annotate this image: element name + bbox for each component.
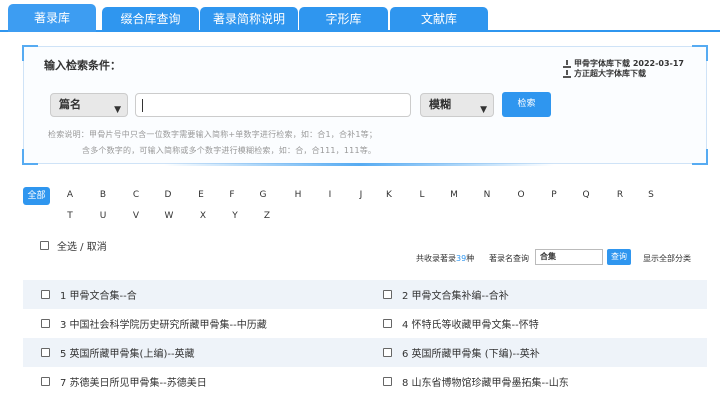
name-query-input[interactable]: 合集: [535, 249, 603, 265]
panel-corner: [22, 149, 38, 165]
letter-k[interactable]: K: [381, 190, 397, 200]
search-hint-line2: 含多个数字的，可输入简称或多个数字进行模糊检索，如：合，合111，111等。: [82, 146, 377, 155]
table-row: 5 英国所藏甲骨集(上编)--英藏 6 英国所藏甲骨集 (下编)--英补: [23, 338, 707, 367]
letter-j[interactable]: J: [353, 190, 369, 200]
letter-a[interactable]: A: [62, 190, 78, 200]
show-all-categories-link[interactable]: 显示全部分类: [643, 253, 691, 264]
search-input[interactable]: [135, 93, 411, 117]
letter-z[interactable]: Z: [259, 211, 275, 221]
letter-v[interactable]: V: [128, 211, 144, 221]
table-row: 1 甲骨文合集--合 2 甲骨文合集补编--合补: [23, 280, 707, 309]
select-all-label: 全选 / 取消: [57, 242, 107, 253]
select-all-checkbox[interactable]: [40, 241, 49, 250]
letter-d[interactable]: D: [160, 190, 176, 200]
table-row: 7 苏德美日所见甲骨集--苏德美日 8 山东省博物馆珍藏甲骨墨拓集--山东: [23, 367, 707, 396]
select-all-toggle[interactable]: 全选 / 取消: [40, 238, 107, 253]
font-download-link[interactable]: 甲骨字体库下载 2022-03-17: [563, 59, 684, 69]
download-links: 甲骨字体库下载 2022-03-17 方正超大字体库下载: [563, 59, 684, 79]
tab-join-query[interactable]: 缀合库查询: [102, 7, 199, 32]
tab-literature-library[interactable]: 文献库: [390, 7, 488, 32]
chevron-down-icon: ▼: [114, 105, 121, 115]
query-button[interactable]: 查询: [607, 249, 631, 265]
stats-prefix: 共收录著录: [416, 254, 456, 263]
letter-h[interactable]: H: [290, 190, 306, 200]
letter-r[interactable]: R: [612, 190, 628, 200]
tab-bar: 著录库 缀合库查询 著录简称说明 字形库 文献库: [0, 0, 720, 32]
item-checkbox[interactable]: [41, 348, 50, 357]
search-button[interactable]: 检索: [502, 92, 551, 117]
list-item[interactable]: 5 英国所藏甲骨集(上编)--英藏: [41, 338, 195, 367]
catalog-count: 共收录著录39种: [416, 253, 474, 264]
list-item[interactable]: 2 甲骨文合集补编--合补: [383, 280, 509, 309]
item-checkbox[interactable]: [383, 319, 392, 328]
letter-f[interactable]: F: [224, 190, 240, 200]
letter-x[interactable]: X: [195, 211, 211, 221]
search-panel: 输入检索条件： 甲骨字体库下载 2022-03-17 方正超大字体库下载 篇名 …: [22, 45, 708, 166]
list-item[interactable]: 4 怀特氏等收藏甲骨文集--怀特: [383, 309, 539, 338]
item-label: 1 甲骨文合集--合: [60, 291, 137, 302]
item-checkbox[interactable]: [383, 377, 392, 386]
list-item[interactable]: 3 中国社会科学院历史研究所藏甲骨集--中历藏: [41, 309, 267, 338]
search-hint-line1: 检索说明：甲骨片号中只含一位数字需要输入简称+单数字进行检索，如：合1，合补1等…: [48, 130, 378, 139]
search-title: 输入检索条件：: [44, 59, 121, 72]
item-label: 7 苏德美日所见甲骨集--苏德美日: [60, 378, 207, 389]
letter-u[interactable]: U: [95, 211, 111, 221]
name-query-label: 著录名查询: [489, 254, 529, 263]
tab-glyph-library[interactable]: 字形库: [299, 7, 388, 32]
letter-m[interactable]: M: [446, 190, 462, 200]
field-select[interactable]: 篇名 ▼: [50, 93, 128, 117]
text-caret: [142, 99, 143, 112]
letter-g[interactable]: G: [255, 190, 271, 200]
item-label: 3 中国社会科学院历史研究所藏甲骨集--中历藏: [60, 320, 267, 331]
item-checkbox[interactable]: [41, 319, 50, 328]
field-select-value: 篇名: [59, 98, 81, 111]
panel-decoration: [164, 163, 554, 166]
panel-corner: [692, 45, 708, 61]
item-label: 2 甲骨文合集补编--合补: [402, 291, 509, 302]
letter-c[interactable]: C: [128, 190, 144, 200]
letter-i[interactable]: I: [322, 190, 338, 200]
tab-abbreviation-notes[interactable]: 著录简称说明: [200, 7, 298, 32]
item-label: 8 山东省博物馆珍藏甲骨墨拓集--山东: [402, 378, 569, 389]
item-checkbox[interactable]: [41, 290, 50, 299]
tab-catalog-library[interactable]: 著录库: [8, 4, 96, 32]
letter-s[interactable]: S: [643, 190, 659, 200]
panel-corner: [692, 149, 708, 165]
download-icon: [563, 60, 572, 68]
item-checkbox[interactable]: [383, 348, 392, 357]
stats-suffix: 种: [466, 254, 475, 263]
letter-o[interactable]: O: [513, 190, 529, 200]
letter-t[interactable]: T: [62, 211, 78, 221]
letter-l[interactable]: L: [414, 190, 430, 200]
list-item[interactable]: 6 英国所藏甲骨集 (下编)--英补: [383, 338, 540, 367]
letter-e[interactable]: E: [193, 190, 209, 200]
download-icon: [563, 70, 572, 78]
font-download-label: 甲骨字体库下载 2022-03-17: [574, 59, 684, 68]
item-label: 4 怀特氏等收藏甲骨文集--怀特: [402, 320, 539, 331]
list-item[interactable]: 7 苏德美日所见甲骨集--苏德美日: [41, 367, 207, 396]
letter-q[interactable]: Q: [578, 190, 594, 200]
item-label: 5 英国所藏甲骨集(上编)--英藏: [60, 349, 195, 360]
item-label: 6 英国所藏甲骨集 (下编)--英补: [402, 349, 540, 360]
large-font-download-link[interactable]: 方正超大字体库下载: [563, 69, 684, 79]
letter-w[interactable]: W: [161, 211, 177, 221]
chevron-down-icon: ▼: [480, 105, 487, 115]
match-mode-value: 模糊: [429, 98, 451, 111]
stats-count: 39: [456, 254, 467, 263]
item-checkbox[interactable]: [383, 290, 392, 299]
item-checkbox[interactable]: [41, 377, 50, 386]
list-item[interactable]: 1 甲骨文合集--合: [41, 280, 137, 309]
list-item[interactable]: 8 山东省博物馆珍藏甲骨墨拓集--山东: [383, 367, 569, 396]
table-row: 3 中国社会科学院历史研究所藏甲骨集--中历藏 4 怀特氏等收藏甲骨文集--怀特: [23, 309, 707, 338]
letter-all[interactable]: 全部: [23, 187, 50, 205]
letter-p[interactable]: P: [546, 190, 562, 200]
letter-n[interactable]: N: [479, 190, 495, 200]
large-font-download-label: 方正超大字体库下载: [574, 69, 647, 78]
letter-b[interactable]: B: [95, 190, 111, 200]
panel-corner: [22, 45, 38, 61]
letter-y[interactable]: Y: [227, 211, 243, 221]
match-mode-select[interactable]: 模糊 ▼: [420, 93, 494, 117]
